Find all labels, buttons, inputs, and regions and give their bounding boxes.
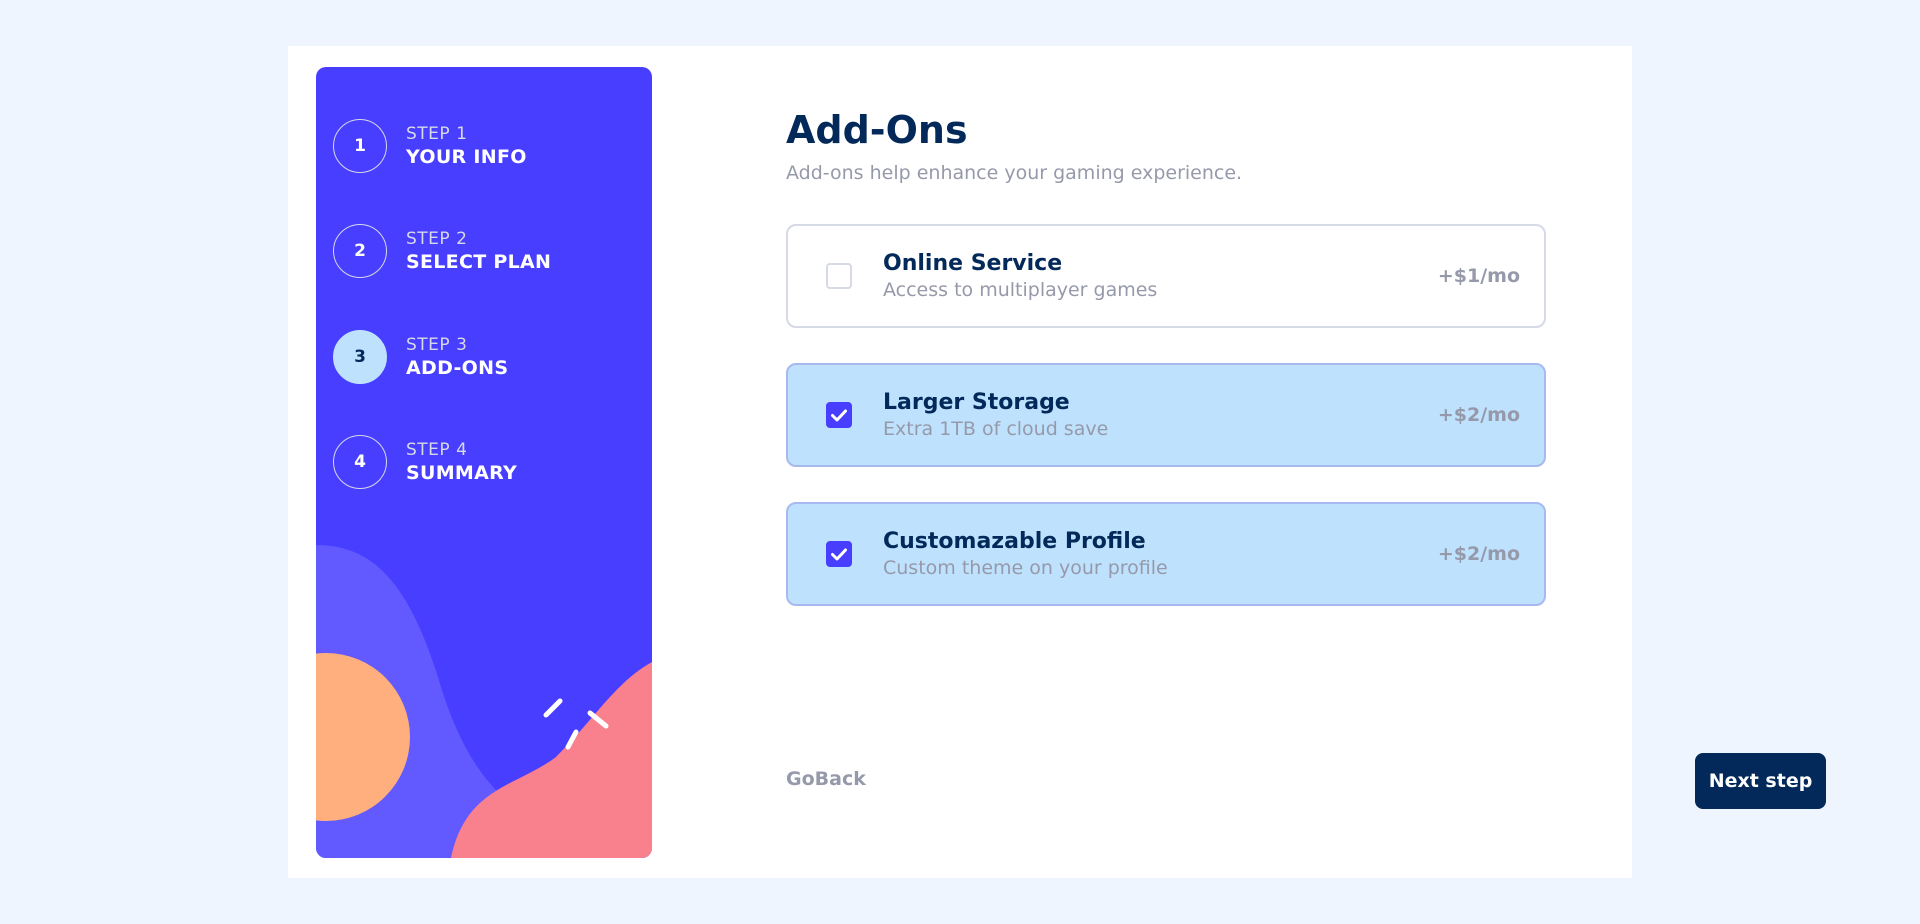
step-2-number: 2 <box>333 224 387 278</box>
page-subtitle: Add-ons help enhance your gaming experie… <box>786 162 1243 184</box>
step-4-label: STEP 4 <box>406 440 468 460</box>
step-3-number: 3 <box>333 330 387 384</box>
addon-online-service[interactable]: Online Service Access to multiplayer gam… <box>786 224 1546 328</box>
addon-customizable-profile-checkbox[interactable] <box>826 541 852 567</box>
step-1-label: STEP 1 <box>406 124 468 144</box>
form-card: 1 STEP 1 YOUR INFO 2 STEP 2 SELECT PLAN … <box>288 46 1826 878</box>
addon-price: +$2/mo <box>1437 543 1520 565</box>
step-2-label: STEP 2 <box>406 229 468 249</box>
step-1-name: YOUR INFO <box>406 146 527 168</box>
addon-larger-storage[interactable]: Larger Storage Extra 1TB of cloud save +… <box>786 363 1546 467</box>
addon-larger-storage-checkbox[interactable] <box>826 402 852 428</box>
addon-description: Custom theme on your profile <box>883 557 1168 579</box>
step-3-label: STEP 3 <box>406 335 468 355</box>
step-3-name: ADD-ONS <box>406 357 509 379</box>
checkmark-icon <box>831 548 847 560</box>
addons-panel: Add-Ons Add-ons help enhance your gaming… <box>786 46 1826 878</box>
addon-description: Extra 1TB of cloud save <box>883 418 1109 440</box>
addon-name: Online Service <box>883 251 1063 276</box>
addon-name: Larger Storage <box>883 390 1070 415</box>
addon-name: Customazable Profile <box>883 529 1146 554</box>
step-4: 4 STEP 4 SUMMARY <box>333 435 517 489</box>
addon-price: +$2/mo <box>1437 404 1520 426</box>
step-4-name: SUMMARY <box>406 462 518 484</box>
go-back-button[interactable]: GoBack <box>786 768 866 790</box>
addon-price: +$1/mo <box>1437 265 1520 287</box>
step-2-name: SELECT PLAN <box>406 251 552 273</box>
page-title: Add-Ons <box>786 108 968 152</box>
addon-description: Access to multiplayer games <box>883 279 1158 301</box>
steps-sidebar: 1 STEP 1 YOUR INFO 2 STEP 2 SELECT PLAN … <box>316 67 652 858</box>
step-2: 2 STEP 2 SELECT PLAN <box>333 224 551 278</box>
step-3: 3 STEP 3 ADD-ONS <box>333 330 508 384</box>
checkmark-icon <box>831 409 847 421</box>
next-step-button[interactable]: Next step <box>1695 753 1826 809</box>
step-1-number: 1 <box>333 119 387 173</box>
addon-online-service-checkbox[interactable] <box>826 263 852 289</box>
addon-customizable-profile[interactable]: Customazable Profile Custom theme on you… <box>786 502 1546 606</box>
step-1: 1 STEP 1 YOUR INFO <box>333 119 527 173</box>
step-4-number: 4 <box>333 435 387 489</box>
